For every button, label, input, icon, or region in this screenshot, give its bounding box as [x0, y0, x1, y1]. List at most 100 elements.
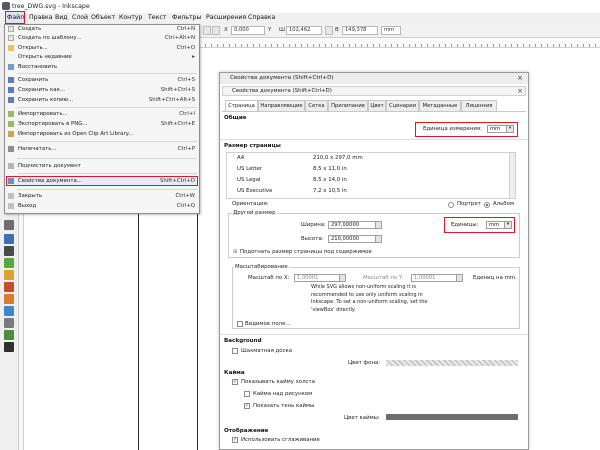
- dropper-tool-icon[interactable]: [4, 306, 14, 316]
- menu-edit[interactable]: Правка: [29, 14, 53, 21]
- bg-color-swatch[interactable]: [386, 360, 518, 366]
- scale-note: While SVG allows non-uniform scaling it …: [311, 284, 428, 313]
- menu-file-label[interactable]: Файл: [7, 14, 24, 21]
- menu-separator: [17, 173, 197, 174]
- spin-arrows-icon[interactable]: [456, 275, 462, 281]
- portrait-radio[interactable]: [448, 202, 454, 208]
- tab-snap[interactable]: Прилипание: [328, 100, 368, 111]
- calligraphy-tool-icon[interactable]: [4, 234, 14, 244]
- viewbox-label[interactable]: Видимое поле...: [245, 321, 291, 327]
- width-spinbox[interactable]: 297,00000: [328, 221, 382, 229]
- menu-item-vacuum[interactable]: Подчистить документ: [5, 162, 199, 170]
- dialog-titlebar[interactable]: Свойства документа (Shift+Ctrl+D) ×: [220, 73, 528, 84]
- x-input[interactable]: 0,000: [231, 26, 265, 35]
- x-label: X: [224, 27, 228, 33]
- page-size-row[interactable]: A4 210,0 x 297,0 mm: [237, 153, 507, 164]
- menu-item-import[interactable]: Импортировать... Ctrl+I: [5, 110, 199, 118]
- show-shadow-label: Показать тень каймы: [253, 403, 315, 409]
- menu-item-new[interactable]: Создать Ctrl+N: [5, 25, 199, 33]
- menu-help[interactable]: Справка: [248, 14, 275, 21]
- viewbox-expander[interactable]: [237, 321, 243, 327]
- paint-bucket-icon[interactable]: [4, 282, 14, 292]
- spray-tool-icon[interactable]: [4, 258, 14, 268]
- text-tool-icon[interactable]: [4, 246, 14, 256]
- border-on-top-checkbox[interactable]: [244, 391, 250, 397]
- tab-divider: [222, 111, 526, 112]
- menu-extensions[interactable]: Расширения: [206, 14, 246, 21]
- template-icon: [8, 35, 14, 41]
- panel-close-button[interactable]: ×: [517, 87, 523, 96]
- tab-grids[interactable]: Сетка: [305, 100, 328, 111]
- menu-item-export-png[interactable]: Экспортировать в PNG... Shift+Ctrl+E: [5, 120, 199, 128]
- page-size-row[interactable]: US Legal 8,5 x 14,0 in: [237, 175, 507, 186]
- connector-tool-icon[interactable]: [4, 318, 14, 328]
- transform-toggle-button-2[interactable]: [212, 26, 220, 35]
- tab-color[interactable]: Цвет: [368, 100, 386, 111]
- menu-item-import-clipart[interactable]: Импортировать из Open Clip Art Library..…: [5, 130, 199, 138]
- menu-item-close[interactable]: Закрыть Ctrl+W: [5, 192, 199, 200]
- scale-y-spinbox[interactable]: 1,00001: [411, 274, 463, 282]
- menu-item-print[interactable]: Напечатать... Ctrl+P: [5, 145, 199, 153]
- dropdown-arrow-icon: ▾: [504, 222, 511, 228]
- h-input[interactable]: 149,378: [342, 26, 378, 35]
- menu-layer[interactable]: Слой: [72, 14, 88, 21]
- menu-item-save-copy[interactable]: Сохранить копию... Shift+Ctrl+Alt+S: [5, 96, 199, 104]
- background-heading: Background: [224, 338, 262, 344]
- menu-path[interactable]: Контур: [119, 14, 142, 21]
- menu-view[interactable]: Вид: [55, 14, 68, 21]
- w-input[interactable]: 102,462: [286, 26, 322, 35]
- show-border-label: Показывать кайму холста: [241, 379, 315, 385]
- gradient-tool-icon[interactable]: [4, 270, 14, 280]
- spin-arrows-icon[interactable]: [339, 275, 345, 281]
- border-color-swatch[interactable]: [386, 414, 518, 420]
- tweak-tool-icon[interactable]: [4, 294, 14, 304]
- print-icon: [8, 146, 14, 152]
- menu-item-revert[interactable]: Восстановить: [5, 63, 199, 71]
- show-border-checkbox[interactable]: ✓: [232, 379, 238, 385]
- dialog-close-button[interactable]: ×: [516, 74, 524, 82]
- scale-heading: Масштабирование: [234, 264, 289, 270]
- zoom-tool-icon[interactable]: [4, 330, 14, 340]
- page-size-row[interactable]: US Letter 8,5 x 11,0 in: [237, 164, 507, 175]
- menu-item-save-as[interactable]: Сохранить как... Shift+Ctrl+S: [5, 86, 199, 94]
- menu-item-quit[interactable]: Выход Ctrl+Q: [5, 202, 199, 210]
- tab-guides[interactable]: Направляющие: [258, 100, 305, 111]
- height-label: Высота:: [301, 236, 324, 242]
- display-units-select[interactable]: mm ▾: [487, 125, 514, 133]
- menu-item-save[interactable]: Сохранить Ctrl+S: [5, 76, 199, 84]
- scale-x-spinbox[interactable]: 1,00001: [294, 274, 346, 282]
- spin-arrows-icon[interactable]: [375, 236, 381, 242]
- menu-separator: [17, 158, 197, 159]
- menu-object[interactable]: Объект: [91, 14, 115, 21]
- antialias-checkbox[interactable]: ✓: [232, 437, 238, 443]
- tab-scripts[interactable]: Сценарии: [386, 100, 419, 111]
- measure-tool-icon[interactable]: [4, 342, 14, 352]
- menu-item-new-from-template[interactable]: Создать по шаблону... Ctrl+Alt+N: [5, 34, 199, 42]
- checkerboard-checkbox[interactable]: [232, 348, 238, 354]
- orientation-label: Ориентация:: [232, 201, 269, 207]
- spin-arrows-icon[interactable]: [375, 222, 381, 228]
- list-scrollbar[interactable]: [509, 153, 515, 198]
- fit-page-label[interactable]: Подогнать размер страницы под содержимое: [240, 249, 372, 255]
- expander-arrow-icon[interactable]: ⊞: [233, 249, 237, 255]
- new-document-icon: [8, 26, 14, 32]
- menu-item-open-recent[interactable]: Открыть недавние ▸: [5, 53, 199, 61]
- cleanup-icon: [8, 163, 14, 169]
- tab-metadata[interactable]: Метаданные: [419, 100, 461, 111]
- tab-license[interactable]: Лицензия: [461, 100, 497, 111]
- page-size-row[interactable]: US Executive 7,2 x 10,5 in: [237, 186, 507, 197]
- custom-units-select[interactable]: mm ▾: [486, 221, 512, 229]
- menu-item-document-properties[interactable]: Свойства документа... Shift+Ctrl+D: [5, 177, 199, 185]
- show-shadow-checkbox[interactable]: ✓: [244, 403, 250, 409]
- menu-filters[interactable]: Фильтры: [172, 14, 201, 21]
- lock-proportions-icon[interactable]: [325, 26, 333, 35]
- portrait-label: Портрет: [457, 201, 481, 207]
- menu-item-open[interactable]: Открыть... Ctrl+O: [5, 44, 199, 52]
- transform-toggle-button[interactable]: [203, 26, 211, 35]
- units-select[interactable]: mm: [381, 26, 401, 35]
- page-size-list[interactable]: A4 210,0 x 297,0 mm US Letter 8,5 x 11,0 i…: [226, 152, 516, 199]
- height-spinbox[interactable]: 210,00000: [328, 235, 382, 243]
- menu-text[interactable]: Текст: [148, 14, 166, 21]
- landscape-radio[interactable]: [484, 202, 490, 208]
- pen-tool-icon[interactable]: [4, 220, 14, 230]
